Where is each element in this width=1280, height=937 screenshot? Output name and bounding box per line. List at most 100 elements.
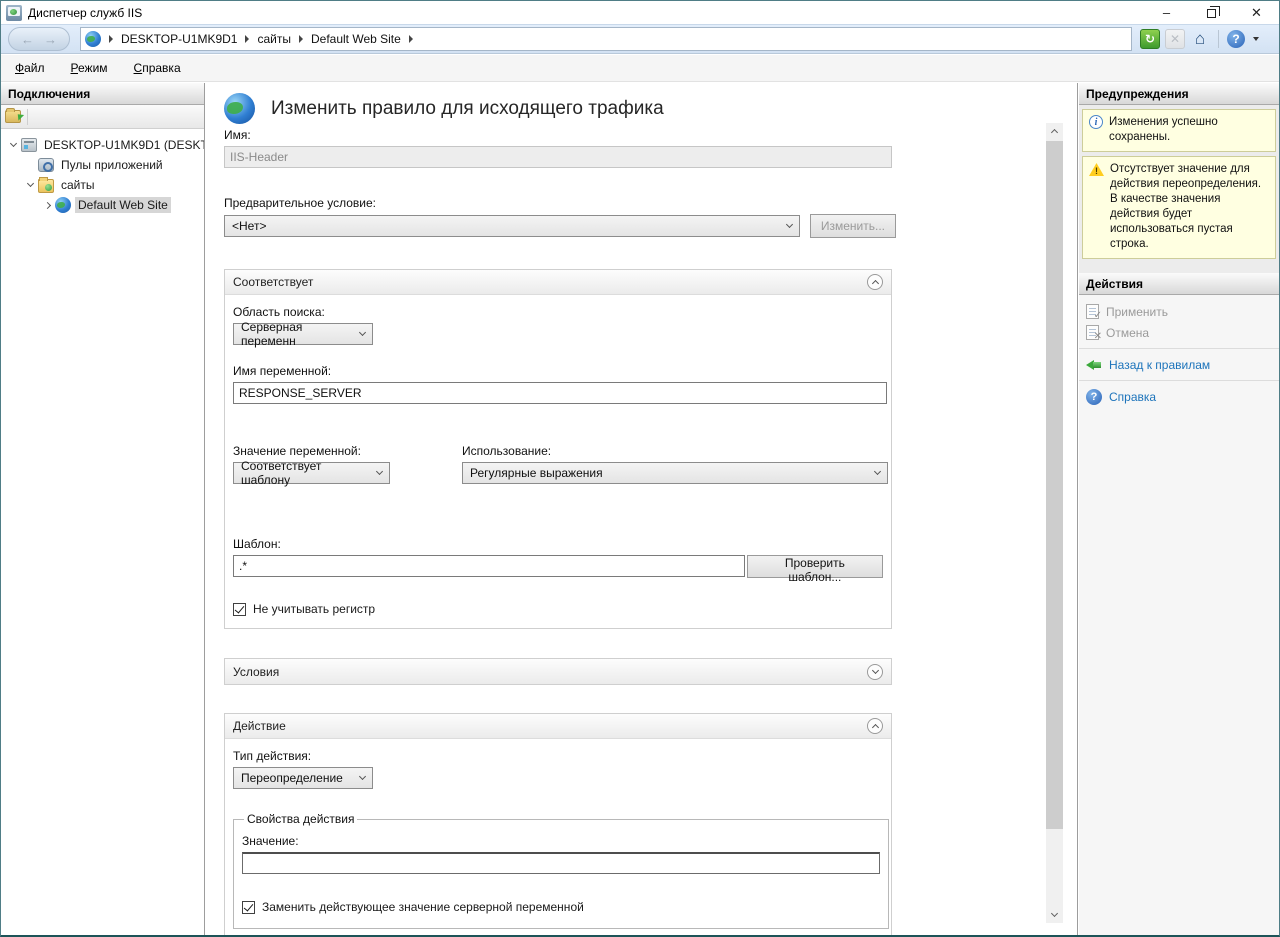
precondition-value: <Нет> (232, 219, 266, 233)
menu-help[interactable]: Справка (134, 61, 181, 75)
tree-item-default-web-site[interactable]: Default Web Site (1, 195, 204, 215)
right-panel: Предупреждения i Изменения успешно сохра… (1079, 83, 1279, 935)
tree-item-label: сайты (58, 177, 98, 193)
cancel-button[interactable]: ✕ Отмена (1079, 322, 1279, 343)
action-type-dropdown[interactable]: Переопределение (233, 767, 373, 789)
expander-icon[interactable] (43, 201, 50, 208)
rule-name-field[interactable] (224, 146, 892, 168)
scrollbar-thumb[interactable] (1046, 141, 1063, 829)
actions-panel: Действия ✓ Применить ✕ Отмена Назад к пр… (1079, 273, 1279, 935)
pattern-field[interactable] (233, 555, 745, 577)
save-connections-icon[interactable] (5, 110, 21, 123)
help-icon[interactable]: ? (1227, 30, 1245, 48)
menu-file[interactable]: Файл (15, 61, 45, 75)
vertical-scrollbar[interactable] (1046, 123, 1063, 923)
action-type-label: Тип действия: (233, 749, 883, 763)
variable-value-label: Значение переменной: (233, 444, 390, 458)
chevron-down-icon (874, 468, 881, 475)
collapse-icon[interactable] (867, 718, 883, 734)
nav-back-forward: ← → (8, 27, 70, 51)
minimize-button[interactable]: – (1144, 1, 1189, 24)
expander-icon[interactable] (9, 140, 16, 147)
app-icon (6, 5, 22, 21)
ignore-case-label: Не учитывать регистр (253, 602, 375, 616)
home-icon[interactable]: ⌂ (1190, 29, 1210, 49)
expander-icon[interactable] (26, 180, 33, 187)
pattern-label: Шаблон: (233, 537, 883, 551)
variable-value-dropdown[interactable]: Соответствует шаблону (233, 462, 390, 484)
alert-warning: Отсутствует значение для действия переоп… (1082, 156, 1276, 259)
using-dropdown[interactable]: Регулярные выражения (462, 462, 888, 484)
back-arrow-icon (1086, 359, 1102, 371)
tree-item-sites[interactable]: сайты (1, 175, 204, 195)
alerts-area: i Изменения успешно сохранены. Отсутству… (1079, 105, 1279, 269)
window-title: Диспетчер служб IIS (28, 6, 142, 20)
variable-name-field[interactable] (233, 382, 887, 404)
scope-dropdown[interactable]: Серверная переменн (233, 323, 373, 345)
connections-toolbar (1, 105, 204, 129)
tree-item-app-pools[interactable]: Пулы приложений (1, 155, 204, 175)
sites-folder-icon (38, 179, 54, 193)
scroll-up-icon[interactable] (1046, 123, 1063, 140)
using-value: Регулярные выражения (470, 466, 603, 480)
toolbar-separator (1218, 30, 1219, 48)
breadcrumb-arrow-icon[interactable] (109, 35, 113, 43)
breadcrumb-item-site[interactable]: Default Web Site (311, 32, 401, 46)
menu-bar: Файл Режим Справка (1, 55, 1279, 82)
breadcrumb-item-server[interactable]: DESKTOP-U1MK9D1 (121, 32, 237, 46)
cancel-icon: ✕ (1086, 325, 1099, 340)
value-label: Значение: (242, 834, 880, 848)
divider (1079, 348, 1279, 349)
restore-button[interactable] (1189, 1, 1234, 24)
breadcrumb-arrow-icon[interactable] (409, 35, 413, 43)
refresh-icon[interactable]: ↻ (1140, 29, 1160, 49)
breadcrumb-arrow-icon[interactable] (299, 35, 303, 43)
back-to-rules-link[interactable]: Назад к правилам (1079, 354, 1279, 375)
collapse-icon[interactable] (867, 274, 883, 290)
tree-item-server[interactable]: DESKTOP-U1MK9D1 (DESKTOP (1, 135, 204, 155)
expand-icon[interactable] (867, 664, 883, 680)
match-section-header[interactable]: Соответствует (225, 270, 891, 295)
scope-value: Серверная переменн (241, 320, 352, 348)
conditions-section: Условия (224, 658, 892, 685)
scope-label: Область поиска: (233, 305, 883, 319)
page-title: Изменить правило для исходящего трафика (271, 98, 664, 120)
help-dropdown-icon[interactable] (1253, 37, 1259, 41)
action-section-header[interactable]: Действие (225, 714, 891, 739)
globe-icon (85, 31, 101, 47)
connections-header: Подключения (1, 83, 204, 105)
menu-view[interactable]: Режим (71, 61, 108, 75)
action-value-field[interactable] (242, 852, 880, 874)
breadcrumb-item-sites[interactable]: сайты (257, 32, 291, 46)
action-properties-group: Свойства действия Значение: Заменить дей… (233, 812, 889, 929)
help-link[interactable]: ? Справка (1079, 386, 1279, 407)
stop-icon[interactable]: ✕ (1165, 29, 1185, 49)
close-button[interactable]: ✕ (1234, 1, 1279, 24)
ignore-case-checkbox[interactable] (233, 603, 246, 616)
main-content: Изменить правило для исходящего трафика … (206, 83, 1078, 935)
site-globe-icon (55, 197, 71, 213)
conditions-section-header[interactable]: Условия (225, 659, 891, 684)
help-label: Справка (1109, 390, 1156, 404)
cancel-label: Отмена (1106, 326, 1149, 340)
title-bar: Диспетчер служб IIS – ✕ (1, 1, 1279, 24)
forward-button[interactable]: → (44, 32, 57, 47)
precondition-dropdown[interactable]: <Нет> (224, 215, 800, 237)
iis-manager-window: { "window": { "title": "Диспетчер служб … (0, 0, 1280, 937)
replace-value-checkbox[interactable] (242, 901, 255, 914)
scroll-down-icon[interactable] (1046, 906, 1063, 923)
navigation-bar: ← → DESKTOP-U1MK9D1 сайты Default Web Si… (1, 24, 1279, 54)
restore-icon (1207, 9, 1216, 18)
test-pattern-button[interactable]: Проверить шаблон... (747, 555, 883, 578)
info-icon: i (1089, 115, 1103, 129)
using-label: Использование: (462, 444, 888, 458)
breadcrumb-arrow-icon[interactable] (245, 35, 249, 43)
chevron-down-icon (359, 329, 366, 336)
address-bar[interactable]: DESKTOP-U1MK9D1 сайты Default Web Site (80, 27, 1132, 51)
edit-precondition-button[interactable]: Изменить... (810, 214, 896, 238)
apply-button[interactable]: ✓ Применить (1079, 301, 1279, 322)
back-button[interactable]: ← (21, 32, 34, 47)
action-section-title: Действие (233, 719, 286, 733)
app-pools-icon (38, 158, 54, 172)
apply-label: Применить (1106, 305, 1168, 319)
